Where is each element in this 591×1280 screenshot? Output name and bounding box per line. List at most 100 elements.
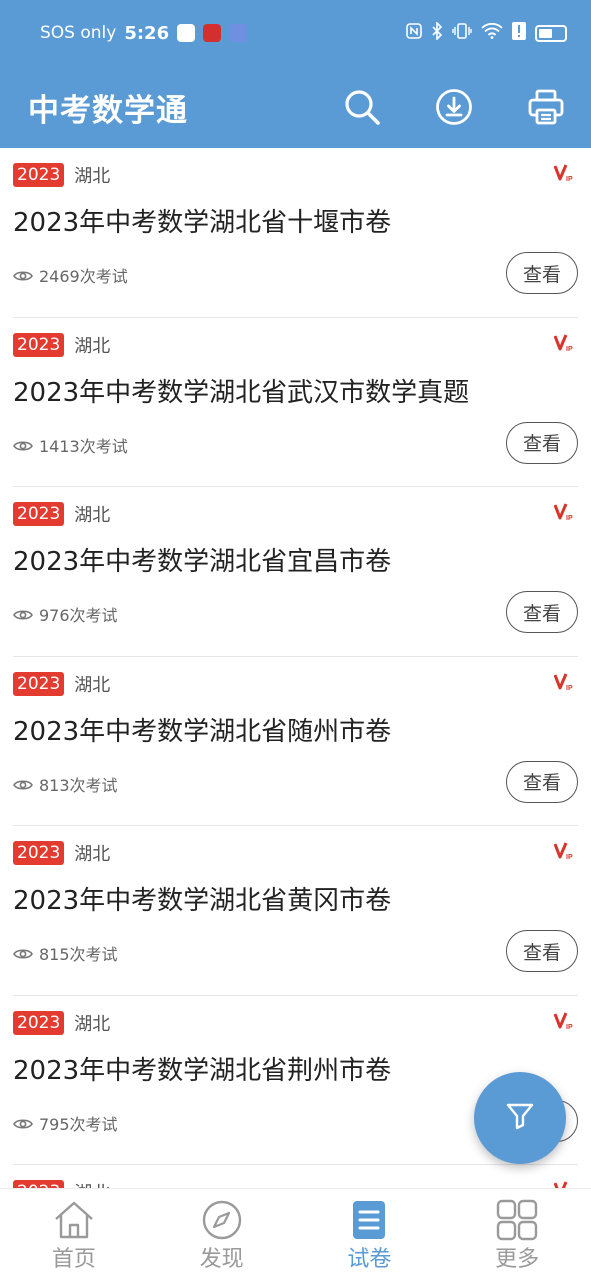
vip-icon: IP <box>553 164 574 183</box>
svg-text:IP: IP <box>566 176 573 182</box>
paper-card[interactable]: 2023 湖北 IP 2023年中考数学湖北省十堰市卷 2469次考试 查看 <box>13 148 578 318</box>
region-label: 湖北 <box>74 844 111 865</box>
view-count: 2469次考试 <box>13 263 128 287</box>
year-badge: 2023 <box>13 841 65 865</box>
view-count-text: 813次考试 <box>39 775 118 795</box>
wifi-icon <box>481 22 503 43</box>
paper-list-icon <box>347 1199 391 1241</box>
nav-papers-label: 试卷 <box>347 1247 392 1272</box>
vip-icon: IP <box>553 842 574 861</box>
svg-text:IP: IP <box>566 346 573 352</box>
shield-app-icon <box>177 24 196 42</box>
status-left: SOS only 5:26 <box>40 22 248 44</box>
paper-title[interactable]: 2023年中考数学湖北省武汉市数学真题 <box>13 372 469 409</box>
svg-text:IP: IP <box>566 1024 573 1030</box>
card-header: 2023 湖北 <box>13 840 110 866</box>
nav-home-label: 首页 <box>51 1247 96 1272</box>
view-count: 813次考试 <box>13 772 118 796</box>
region-label: 湖北 <box>74 505 111 526</box>
nav-home[interactable]: 首页 <box>0 1189 148 1280</box>
eye-icon <box>13 268 33 282</box>
eye-icon <box>13 1116 33 1130</box>
nav-discover[interactable]: 发现 <box>148 1189 296 1280</box>
app-title: 中考数学通 <box>28 92 188 129</box>
view-count-text: 1413次考试 <box>39 436 128 456</box>
paper-card[interactable]: 2023 湖北 IP 2023年中考数学湖北省黄冈市卷 815次考试 查看 <box>13 826 578 996</box>
region-label: 湖北 <box>74 1179 110 1188</box>
vibrate-icon <box>452 22 472 44</box>
svg-text:IP: IP <box>566 685 573 691</box>
paper-title[interactable]: 2023年中考数学湖北省随州市卷 <box>13 711 391 748</box>
app-bar-actions <box>343 88 565 126</box>
view-button[interactable]: 查看 <box>506 591 578 633</box>
news-app-icon <box>203 24 222 42</box>
paper-card[interactable]: 2023 湖北 IP 2023年中考数学湖北省宜昌市卷 976次考试 查看 <box>13 487 578 657</box>
nfc-icon <box>406 23 422 43</box>
paper-title[interactable]: 2023年中考数学湖北省荆州市卷 <box>13 1050 391 1087</box>
eye-icon <box>13 438 33 452</box>
year-badge: 2023 <box>13 502 65 526</box>
nav-papers[interactable]: 试卷 <box>296 1189 444 1280</box>
view-count: 815次考试 <box>13 941 118 965</box>
download-icon[interactable] <box>435 88 473 126</box>
carrier-text: SOS only <box>40 23 117 43</box>
compass-icon <box>200 1199 244 1241</box>
status-right <box>406 21 567 44</box>
app-bar: 中考数学通 <box>0 66 591 148</box>
bottom-nav: 首页 发现 试卷 更多 <box>0 1188 591 1280</box>
year-badge: 2023 <box>13 332 65 357</box>
view-count: 795次考试 <box>13 1111 118 1135</box>
battery-icon <box>535 24 567 42</box>
svg-text:IP: IP <box>566 854 573 860</box>
view-count-text: 2469次考试 <box>39 267 128 286</box>
filter-icon <box>505 1101 535 1135</box>
nav-more-label: 更多 <box>495 1247 540 1272</box>
paper-list[interactable]: 2023 湖北 IP 2023年中考数学湖北省十堰市卷 2469次考试 查看 2… <box>0 148 591 1188</box>
clock: 5:26 <box>124 22 170 44</box>
bluetooth-icon <box>431 21 443 44</box>
region-label: 湖北 <box>74 166 111 187</box>
card-header: 2023 湖北 <box>13 1179 110 1188</box>
view-count-text: 815次考试 <box>39 945 118 964</box>
view-count-text: 795次考试 <box>39 1114 118 1134</box>
card-header: 2023 湖北 <box>13 501 110 527</box>
view-count: 1413次考试 <box>13 433 128 457</box>
nav-discover-label: 发现 <box>199 1247 244 1272</box>
alert-icon <box>512 22 526 44</box>
mail-app-icon <box>229 24 248 42</box>
paper-card[interactable]: 2023 湖北 IP 2023年中考数学湖北省随州市卷 813次考试 查看 <box>13 657 578 826</box>
year-badge: 2023 <box>13 1010 65 1035</box>
paper-card[interactable]: 2023 湖北 IP <box>13 1165 578 1188</box>
vip-icon: IP <box>553 503 574 522</box>
search-icon[interactable] <box>343 88 381 126</box>
region-label: 湖北 <box>74 335 111 357</box>
status-bar: SOS only 5:26 <box>0 0 591 66</box>
print-icon[interactable] <box>527 88 565 126</box>
home-icon <box>52 1199 96 1241</box>
region-label: 湖北 <box>74 1013 111 1035</box>
year-badge: 2023 <box>13 1180 65 1188</box>
paper-title[interactable]: 2023年中考数学湖北省宜昌市卷 <box>13 541 391 578</box>
view-button[interactable]: 查看 <box>506 760 578 803</box>
view-button[interactable]: 查看 <box>506 930 578 972</box>
paper-title[interactable]: 2023年中考数学湖北省黄冈市卷 <box>13 880 391 917</box>
eye-icon <box>13 777 33 791</box>
paper-title[interactable]: 2023年中考数学湖北省十堰市卷 <box>13 202 391 239</box>
card-header: 2023 湖北 <box>13 1010 110 1036</box>
view-count: 976次考试 <box>13 602 118 626</box>
eye-icon <box>13 607 33 621</box>
year-badge: 2023 <box>13 163 65 187</box>
vip-icon: IP <box>553 672 574 692</box>
year-badge: 2023 <box>13 671 65 696</box>
vip-icon: IP <box>553 1181 574 1188</box>
vip-icon: IP <box>553 333 574 353</box>
filter-button[interactable] <box>474 1072 566 1164</box>
card-header: 2023 湖北 <box>13 162 110 188</box>
eye-icon <box>13 946 33 960</box>
view-button[interactable]: 查看 <box>506 252 578 294</box>
card-header: 2023 湖北 <box>13 671 110 697</box>
paper-card[interactable]: 2023 湖北 IP 2023年中考数学湖北省武汉市数学真题 1413次考试 查… <box>13 318 578 487</box>
view-count-text: 976次考试 <box>39 606 118 625</box>
view-button[interactable]: 查看 <box>506 421 578 464</box>
nav-more[interactable]: 更多 <box>443 1189 591 1280</box>
